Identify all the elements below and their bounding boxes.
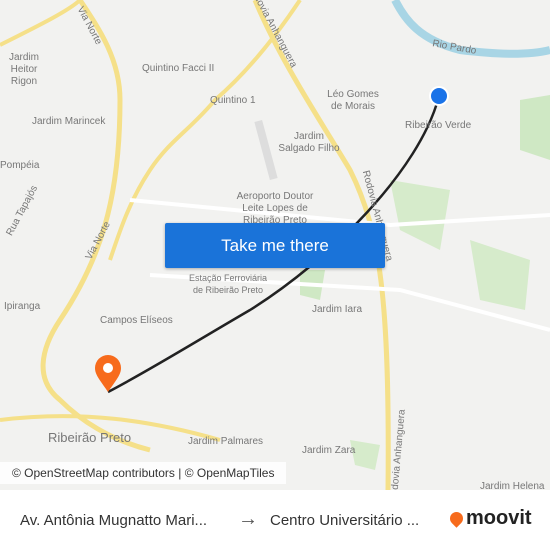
map-label: Aeroporto Doutor Leite Lopes de Ribeirão… (236, 191, 314, 226)
moovit-logo[interactable]: moovit (447, 507, 532, 530)
map-label: Jardim Zara (302, 445, 356, 456)
moovit-pin-icon (447, 509, 466, 528)
map-label: Ribeirão Preto (48, 430, 132, 445)
map-label: Quintino Facci II (142, 63, 215, 74)
map-label: Jardim Salgado Filho (278, 131, 340, 154)
destination-stop: Centro Universitário ... (270, 512, 420, 529)
map-label: Jardim Iara (312, 304, 363, 315)
via-norte (40, 0, 151, 453)
map-attribution[interactable]: © OpenStreetMap contributors | © OpenMap… (0, 462, 287, 484)
map-label: Jardim Marincek (32, 116, 106, 127)
map-label: Jardim Palmares (188, 436, 264, 447)
map-label: Léo Gomes de Morais (327, 89, 379, 112)
park (390, 180, 450, 250)
map-label: Campos Elíseos (100, 315, 173, 326)
map-label: Pompéia (0, 160, 40, 171)
map-label: Estação Ferroviária de Ribeirão Preto (188, 273, 268, 295)
take-me-there-button[interactable]: Take me there (165, 223, 385, 268)
map-label: Jardim Heitor Rigon (8, 52, 39, 87)
map[interactable]: Via Norte Rodovia Anhanguera Rio Pardo J… (0, 0, 550, 490)
origin-stop: Av. Antônia Mugnatto Mari... (20, 512, 208, 529)
map-label: Jardim Helena (480, 481, 545, 490)
map-label: Ipiranga (4, 301, 41, 312)
footer: Av. Antônia Mugnatto Mari... → Centro Un… (0, 490, 550, 550)
map-label: Ribeirão Verde (405, 120, 472, 131)
park (470, 240, 530, 310)
arrow-right-icon: → (238, 508, 258, 530)
brand-name: moovit (466, 507, 532, 529)
map-label: Quintino 1 (210, 95, 256, 106)
park (520, 95, 550, 160)
